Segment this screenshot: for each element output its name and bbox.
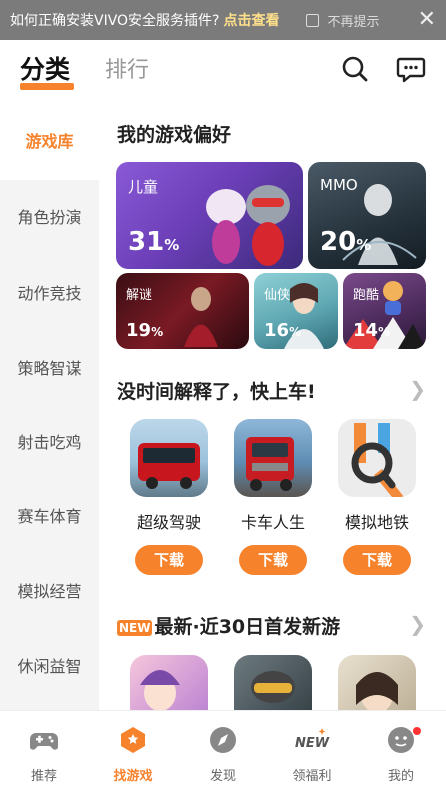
tab-category[interactable]: 分类 xyxy=(20,50,70,86)
nav-recommend[interactable]: 推荐 xyxy=(4,725,84,784)
banner-view-link[interactable]: 点击查看 xyxy=(224,10,280,30)
truck-game-icon[interactable] xyxy=(234,419,312,497)
category-sidebar: 游戏库 角色扮演 动作竞技 策略智谋 射击吃鸡 赛车体育 模拟经营 休闲益智 xyxy=(0,104,99,710)
game-card-truck-life[interactable]: 卡车人生 下载 xyxy=(228,419,318,575)
close-icon[interactable]: ✕ xyxy=(418,9,436,31)
nav-mine-label: 我的 xyxy=(387,769,414,784)
gamepad-icon xyxy=(30,733,58,750)
nav-recommend-label: 推荐 xyxy=(30,769,57,784)
puzzle-game-art xyxy=(184,287,218,347)
sidebar-item-simulation[interactable]: 模拟经营 xyxy=(0,578,99,602)
pref-value-parkour: 14% xyxy=(353,320,391,341)
main-content: 我的游戏偏好 儿童 31% MMO 20% 解谜 19% 仙侠 16% 跑酷 1… xyxy=(99,104,446,733)
pref-value-mmo: 20% xyxy=(320,227,372,257)
search-icon[interactable] xyxy=(340,54,370,84)
nav-find-games-label: 找游戏 xyxy=(113,769,153,784)
top-header: 分类 排行 xyxy=(0,40,446,104)
no-remind-checkbox[interactable] xyxy=(305,13,319,27)
pref-card-kids[interactable]: 儿童 31% xyxy=(116,162,303,269)
sidebar-item-racing[interactable]: 赛车体育 xyxy=(0,503,99,527)
sidebar-item-shooter[interactable]: 射击吃鸡 xyxy=(0,429,99,453)
find-games-icon xyxy=(121,727,145,753)
quick-section-title: 没时间解释了，快上车! xyxy=(117,381,316,403)
sidebar-item-rpg[interactable]: 角色扮演 xyxy=(0,204,99,228)
compass-icon xyxy=(210,727,236,753)
download-button[interactable]: 下载 xyxy=(343,545,411,575)
svg-text:NEW: NEW xyxy=(295,736,330,751)
pref-card-mmo[interactable]: MMO 20% xyxy=(308,162,426,269)
pref-label-parkour: 跑酷 xyxy=(353,288,380,303)
nav-mine[interactable]: 我的 xyxy=(361,725,441,784)
tab-ranking[interactable]: 排行 xyxy=(105,52,149,84)
new-badge-icon: NEW xyxy=(117,619,153,636)
pref-card-parkour[interactable]: 跑酷 14% xyxy=(343,273,426,349)
pref-label-xianxia: 仙侠 xyxy=(264,288,291,303)
game-card-super-drive[interactable]: 超级驾驶 下载 xyxy=(124,419,214,575)
game-name: 模拟地铁 xyxy=(344,513,409,532)
sidebar-item-casual[interactable]: 休闲益智 xyxy=(0,653,99,677)
pref-label-puzzle: 解谜 xyxy=(126,288,153,303)
subway-game-icon[interactable] xyxy=(338,419,416,497)
game-card-subway-sim[interactable]: 模拟地铁 下载 xyxy=(332,419,422,575)
notification-dot xyxy=(413,727,421,735)
pref-label-mmo: MMO xyxy=(320,176,358,194)
preferences-title: 我的游戏偏好 xyxy=(117,124,232,146)
message-icon[interactable] xyxy=(396,54,426,84)
sidebar-item-strategy[interactable]: 策略智谋 xyxy=(0,355,99,379)
bus-game-icon[interactable] xyxy=(130,419,208,497)
profile-face-icon xyxy=(388,727,414,753)
download-button[interactable]: 下载 xyxy=(239,545,307,575)
sidebar-item-action[interactable]: 动作竞技 xyxy=(0,280,99,304)
nav-discover[interactable]: 发现 xyxy=(183,725,263,784)
banner-question: 如何正确安装VIVO安全服务插件? xyxy=(10,13,220,29)
sidebar-item-game-library[interactable]: 游戏库 xyxy=(0,104,99,180)
kids-game-art xyxy=(206,185,290,266)
newest-section-title: NEW 最新·近30日首发新游 xyxy=(117,616,341,638)
nav-rewards-label: 领福利 xyxy=(292,769,332,784)
nav-rewards[interactable]: NEW 领福利 xyxy=(272,725,352,784)
nav-discover-label: 发现 xyxy=(209,769,236,784)
bottom-nav: 推荐 找游戏 发现 NEW 领福利 我的 xyxy=(0,710,446,793)
install-tip-banner: 如何正确安装VIVO安全服务插件? 点击查看 不再提示 ✕ xyxy=(0,0,446,40)
download-button[interactable]: 下载 xyxy=(135,545,203,575)
newest-more-chevron-icon[interactable]: ❯ xyxy=(409,612,426,636)
pref-value-xianxia: 16% xyxy=(264,320,302,341)
nav-find-games[interactable]: 找游戏 xyxy=(93,725,173,784)
pref-card-xianxia[interactable]: 仙侠 16% xyxy=(254,273,338,349)
pref-card-puzzle[interactable]: 解谜 19% xyxy=(116,273,249,349)
no-remind-label[interactable]: 不再提示 xyxy=(328,11,380,30)
game-name: 超级驾驶 xyxy=(136,513,201,532)
active-tab-indicator xyxy=(20,83,74,90)
game-name: 卡车人生 xyxy=(240,513,305,532)
pref-value-kids: 31% xyxy=(128,227,180,257)
quick-more-chevron-icon[interactable]: ❯ xyxy=(409,377,426,401)
new-rewards-icon: NEW xyxy=(295,728,330,751)
pref-label-kids: 儿童 xyxy=(128,178,159,196)
pref-value-puzzle: 19% xyxy=(126,320,164,341)
